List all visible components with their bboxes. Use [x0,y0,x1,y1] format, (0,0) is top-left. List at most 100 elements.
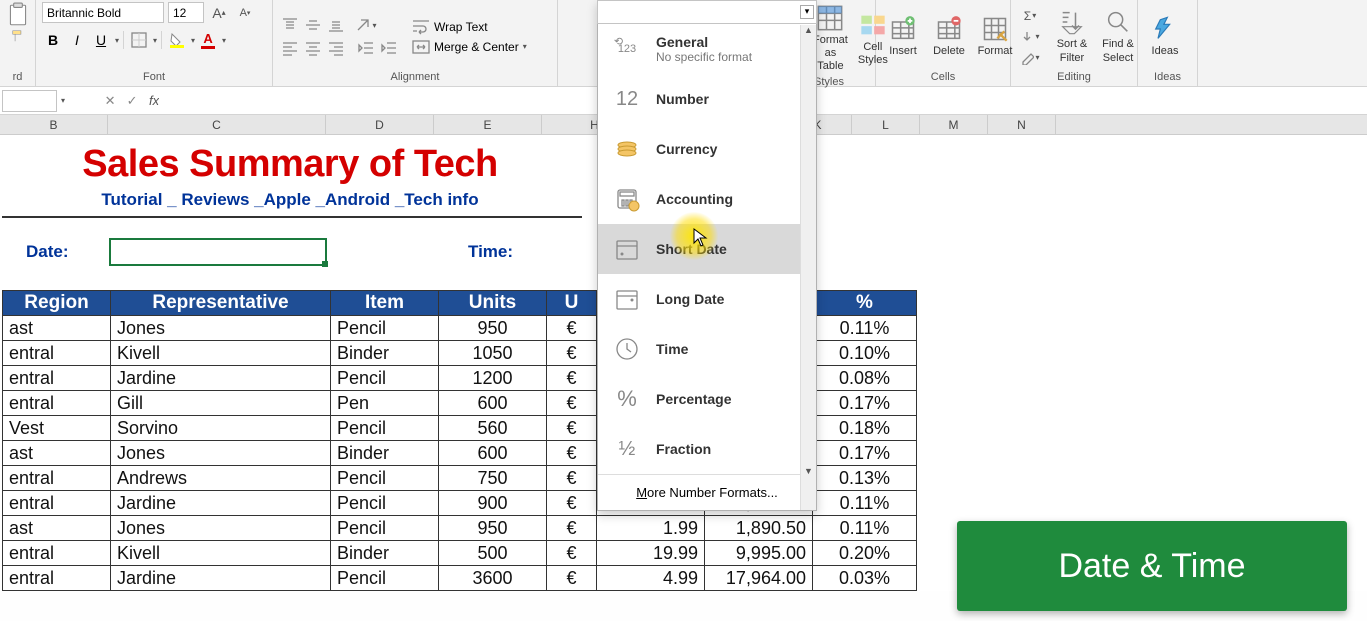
underline-button[interactable]: U [90,29,112,51]
col-header-N[interactable]: N [988,115,1056,134]
col-header-D[interactable]: D [326,115,434,134]
sheet-subtitle: Tutorial _ Reviews _Apple _Android _Tech… [0,190,580,210]
table-header[interactable]: Representative [111,291,331,316]
italic-button[interactable]: I [66,29,88,51]
alignment-label: Alignment [279,71,551,86]
time-label: Time: [468,242,513,262]
table-row[interactable]: astJonesPencil950€1.991,890.500.11% [3,516,917,541]
cells-group: Insert Delete Format Cells [876,0,1011,86]
format-number[interactable]: 12 Number [598,74,800,124]
table-header[interactable]: Units [439,291,547,316]
table-row[interactable]: entralJardinePencil3600€4.9917,964.000.0… [3,566,917,591]
table-header[interactable]: U [547,291,597,316]
font-group: A▴ A▾ B I U ▾ ▾ ▾ A ▾ Font [36,0,273,86]
ideas-button[interactable]: Ideas [1144,13,1186,60]
format-cells-button[interactable]: Format [974,13,1016,60]
format-percentage[interactable]: % Percentage [598,374,800,424]
alignment-group: ▾ Wrap Text Merge & Center ▾ Alig [273,0,558,86]
number-format-trigger[interactable]: ▾ [597,0,817,24]
align-top-button[interactable] [279,14,301,36]
fontcolor-caret[interactable]: ▾ [222,36,226,45]
scroll-down-icon[interactable]: ▼ [801,466,816,482]
fill-button[interactable]: ▾ [1017,27,1043,47]
ideas-label: Ideas [1144,71,1191,86]
table-header[interactable]: % [813,291,917,316]
font-label: Font [42,71,266,86]
dropdown-scrollbar[interactable]: ▲ ▼ [800,25,816,510]
general-icon: ⟲123 [612,34,642,64]
format-time[interactable]: Time [598,324,800,374]
underline-caret[interactable]: ▾ [115,36,119,45]
font-color-button[interactable]: A [197,29,219,51]
format-painter-icon[interactable] [9,29,27,43]
col-header-M[interactable]: M [920,115,988,134]
cancel-formula-icon[interactable]: ✕ [99,90,121,112]
more-number-formats[interactable]: More Number Formats... [598,474,816,510]
percentage-icon: % [612,384,642,414]
borders-caret[interactable]: ▾ [153,36,157,45]
ideas-group: Ideas Ideas [1138,0,1198,86]
format-short-date[interactable]: Short Date [598,224,800,274]
table-header[interactable]: Item [331,291,439,316]
sort-filter-button[interactable]: Sort & Filter [1051,6,1093,66]
find-select-button[interactable]: Find & Select [1097,6,1139,66]
number-icon: 12 [612,84,642,114]
scroll-up-icon[interactable]: ▲ [801,25,816,41]
clipboard-group: rd [0,0,36,86]
borders-button[interactable] [128,29,150,51]
format-general[interactable]: ⟲123 GeneralNo specific format [598,24,800,74]
format-fraction[interactable]: ½ Fraction [598,424,800,474]
align-bottom-button[interactable] [325,14,347,36]
fill-color-button[interactable] [166,29,188,51]
table-header[interactable]: Region [3,291,111,316]
font-size-select[interactable] [168,2,204,23]
cells-label: Cells [882,71,1004,86]
delete-cells-button[interactable]: Delete [928,13,970,60]
orientation-button[interactable]: ▾ [355,14,377,36]
enter-formula-icon[interactable]: ✓ [121,90,143,112]
fill-caret[interactable]: ▾ [191,36,195,45]
paste-icon[interactable] [5,2,31,28]
fraction-icon: ½ [612,434,642,464]
clipboard-label: rd [6,71,29,86]
name-box[interactable] [2,90,57,112]
long-date-icon [612,284,642,314]
overlay-banner: Date & Time [957,521,1347,611]
active-cell-outline[interactable] [109,238,327,266]
col-header-E[interactable]: E [434,115,542,134]
bold-button[interactable]: B [42,29,64,51]
title-underline [2,216,582,218]
fx-icon[interactable]: fx [149,93,159,108]
wrap-text-button[interactable]: Wrap Text [412,18,527,36]
merge-center-button[interactable]: Merge & Center ▾ [412,38,527,56]
short-date-icon [612,234,642,264]
fill-handle[interactable] [322,261,328,267]
time-icon [612,334,642,364]
currency-icon [612,134,642,164]
accounting-icon [612,184,642,214]
align-right-button[interactable] [325,37,347,59]
insert-cells-button[interactable]: Insert [882,13,924,60]
decrease-font-button[interactable]: A▾ [234,3,256,23]
number-format-dropdown: ▾ ⟲123 GeneralNo specific format 12 Numb… [597,0,817,511]
sheet-title: Sales Summary of Tech [0,143,580,186]
col-header-C[interactable]: C [108,115,326,134]
col-header-L[interactable]: L [852,115,920,134]
format-accounting[interactable]: Accounting [598,174,800,224]
table-row[interactable]: entralKivellBinder500€19.999,995.000.20% [3,541,917,566]
font-name-select[interactable] [42,2,164,23]
format-currency[interactable]: Currency [598,124,800,174]
name-box-caret[interactable]: ▾ [61,96,65,105]
increase-font-button[interactable]: A▴ [208,3,230,23]
autosum-button[interactable]: Σ▾ [1017,6,1043,26]
align-center-button[interactable] [302,37,324,59]
date-label: Date: [26,242,106,262]
format-long-date[interactable]: Long Date [598,274,800,324]
increase-indent-button[interactable] [378,37,400,59]
align-left-button[interactable] [279,37,301,59]
clear-button[interactable]: ▾ [1017,48,1043,68]
decrease-indent-button[interactable] [355,37,377,59]
align-middle-button[interactable] [302,14,324,36]
editing-group: Σ▾ ▾ ▾ Sort & Filter Find & Select Editi… [1011,0,1138,86]
col-header-B[interactable]: B [0,115,108,134]
